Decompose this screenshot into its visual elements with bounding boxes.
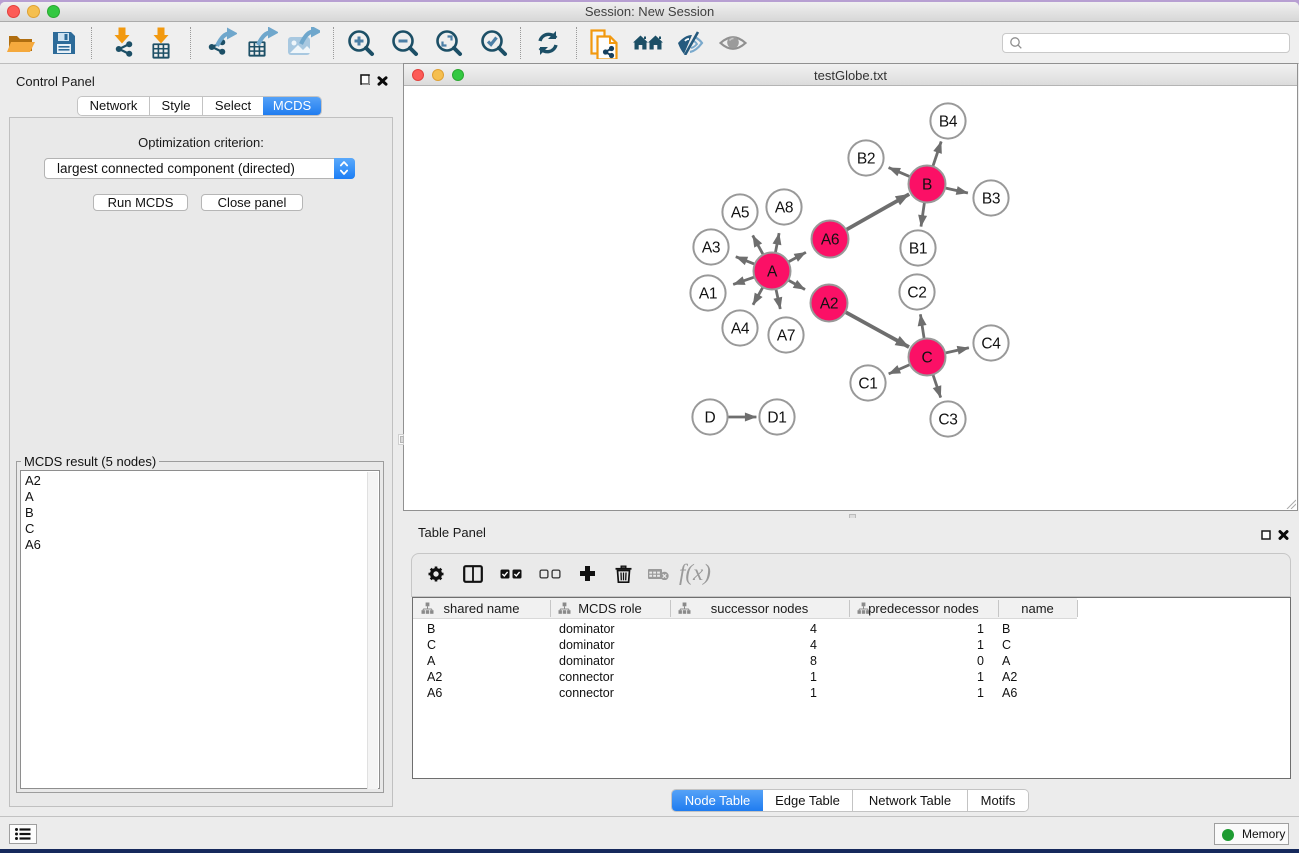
svg-text:A8: A8 bbox=[775, 200, 793, 217]
svg-text:C: C bbox=[922, 350, 933, 367]
svg-text:A2: A2 bbox=[820, 296, 838, 313]
svg-text:C1: C1 bbox=[858, 376, 877, 393]
svg-text:B2: B2 bbox=[857, 151, 875, 168]
svg-text:B: B bbox=[922, 177, 932, 194]
svg-text:D1: D1 bbox=[767, 410, 786, 427]
svg-text:C2: C2 bbox=[907, 285, 926, 302]
svg-text:A7: A7 bbox=[777, 328, 795, 345]
svg-text:A6: A6 bbox=[821, 232, 839, 249]
svg-text:A1: A1 bbox=[699, 286, 717, 303]
svg-text:A4: A4 bbox=[731, 321, 750, 338]
svg-text:A3: A3 bbox=[702, 240, 720, 257]
svg-text:B3: B3 bbox=[982, 191, 1000, 208]
svg-text:A: A bbox=[767, 264, 778, 281]
svg-text:B1: B1 bbox=[909, 241, 927, 258]
svg-text:C4: C4 bbox=[981, 336, 1001, 353]
svg-text:C3: C3 bbox=[938, 412, 957, 429]
svg-text:B4: B4 bbox=[939, 114, 958, 131]
svg-text:D: D bbox=[705, 410, 716, 427]
svg-text:A5: A5 bbox=[731, 205, 749, 222]
